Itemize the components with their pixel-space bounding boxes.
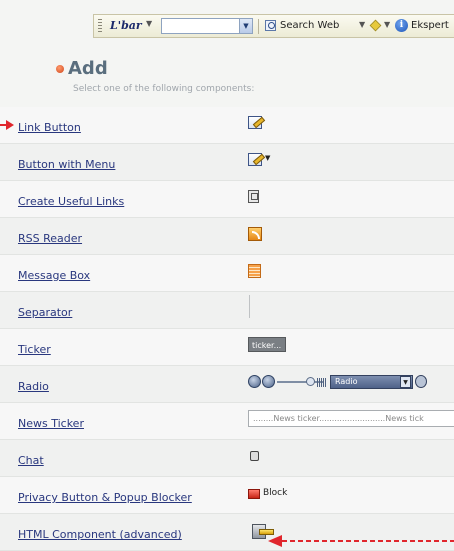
chat-link[interactable]: Chat: [18, 454, 44, 467]
search-web-button[interactable]: Search Web: [280, 20, 339, 31]
chat-icon: [250, 451, 259, 461]
link-button-link[interactable]: Link Button: [18, 121, 81, 134]
info-icon[interactable]: i: [395, 19, 408, 32]
list-item: Create Useful Links: [0, 181, 454, 218]
component-list: Link Button Button with Menu ▼ Create Us…: [0, 107, 454, 551]
list-item: RSS Reader: [0, 218, 454, 255]
pencil-edit-menu-icon: ▼: [248, 153, 270, 166]
list-item: Privacy Button & Popup Blocker Block: [0, 477, 454, 514]
list-item: Message Box: [0, 255, 454, 292]
links-page-icon: [248, 190, 259, 203]
list-item: News Ticker ........News ticker.........…: [0, 403, 454, 440]
radio-player-preview: Radio ▼: [248, 374, 438, 390]
message-box-link[interactable]: Message Box: [18, 269, 90, 282]
ticker-preview-text: ticker...: [248, 337, 286, 352]
radio-options-icon: [415, 375, 427, 388]
button-with-menu-link[interactable]: Button with Menu: [18, 158, 115, 171]
separator-link[interactable]: Separator: [18, 306, 72, 319]
radio-volume-knob-icon: [306, 377, 315, 386]
privacy-button-link[interactable]: Privacy Button & Popup Blocker: [18, 491, 192, 504]
page-title: Add: [68, 58, 108, 79]
separator-line: [249, 295, 250, 318]
search-web-icon[interactable]: [265, 20, 276, 31]
create-useful-links-link[interactable]: Create Useful Links: [18, 195, 124, 208]
ticker-link[interactable]: Ticker: [18, 343, 51, 356]
red-dashed-arrow-icon: [268, 535, 454, 547]
radio-signal-icon: [317, 378, 327, 387]
page-subtitle: Select one of the following components:: [73, 84, 255, 94]
toolbar-divider: [258, 19, 259, 34]
block-label: Block: [263, 488, 288, 498]
news-ticker-link[interactable]: News Ticker: [18, 417, 84, 430]
radio-play-icon: [248, 375, 261, 388]
news-ticker-preview: ........News ticker.....................…: [248, 410, 454, 427]
search-web-dropdown-icon[interactable]: ▼: [359, 20, 365, 29]
radio-stop-icon: [262, 375, 275, 388]
radio-link[interactable]: Radio: [18, 380, 49, 393]
list-item: Separator: [0, 292, 454, 329]
list-item: Button with Menu ▼: [0, 144, 454, 181]
logo-dropdown-arrow-icon[interactable]: ▼: [146, 19, 152, 28]
red-arrow-pointer-icon: [0, 120, 14, 130]
highlight-dropdown-icon[interactable]: ▼: [384, 20, 390, 29]
search-input-dropdown-icon[interactable]: ▼: [239, 18, 253, 34]
html-component-link[interactable]: HTML Component (advanced): [18, 528, 182, 541]
highlight-icon[interactable]: [369, 19, 382, 32]
toolbar-grip-icon[interactable]: [98, 19, 102, 34]
list-item: Chat: [0, 440, 454, 477]
expert-button[interactable]: Ekspert: [411, 20, 449, 31]
radio-select-arrow-icon: ▼: [400, 376, 411, 388]
pencil-edit-icon: [248, 116, 262, 129]
list-item: Radio Radio ▼: [0, 366, 454, 403]
news-ticker-preview-text: ........News ticker.....................…: [248, 410, 454, 427]
list-item: Link Button: [0, 107, 454, 144]
toolbar-logo[interactable]: L'bar: [110, 19, 142, 32]
browser-toolbar: L'bar ▼ ▼ Search Web ▼ ▼ i Ekspert: [93, 14, 454, 38]
message-box-icon: [248, 264, 261, 278]
list-item: Ticker ticker...: [0, 329, 454, 366]
rss-reader-link[interactable]: RSS Reader: [18, 232, 82, 245]
rss-icon: [248, 227, 262, 241]
ticker-preview: ticker...: [248, 337, 286, 352]
block-icon: [248, 489, 260, 499]
title-bullet-icon: [56, 65, 64, 73]
